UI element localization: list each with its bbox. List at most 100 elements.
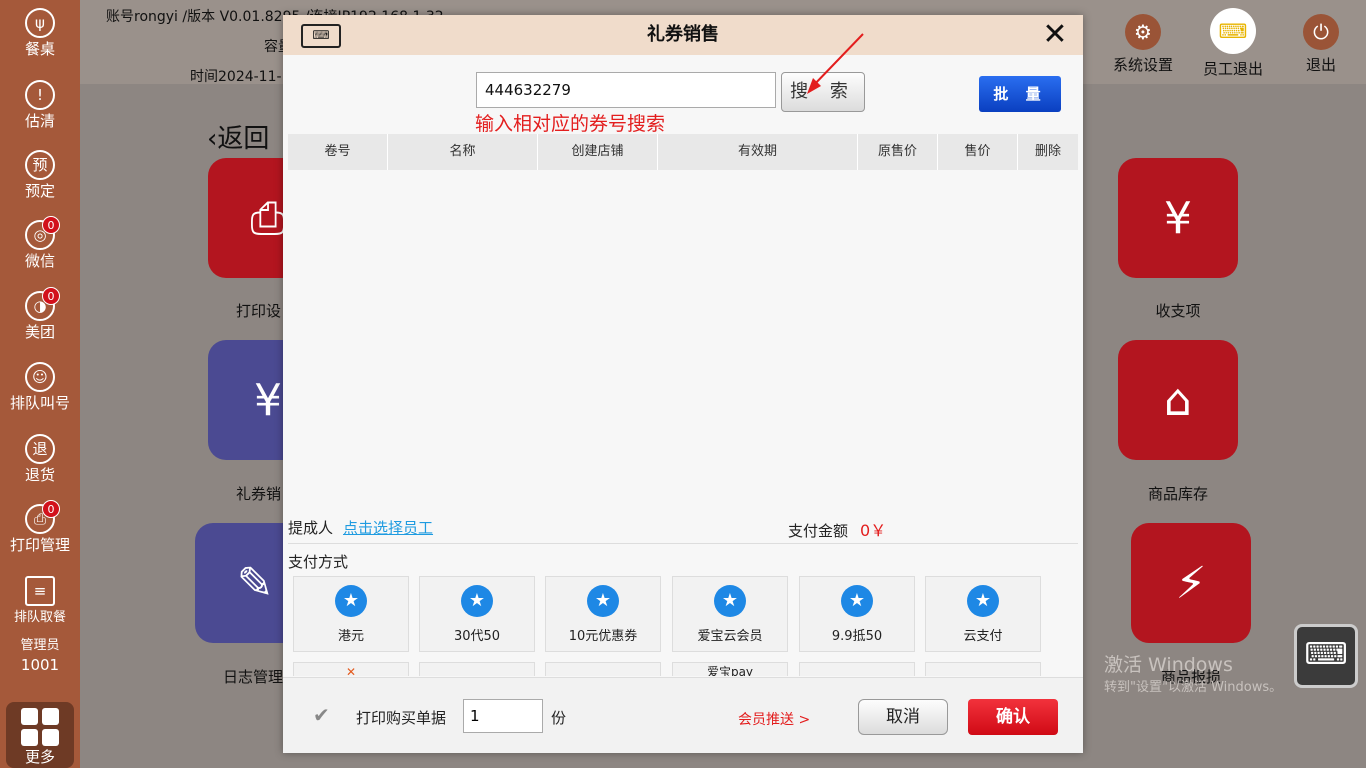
sidebar-item-queue[interactable]: ☺ 排队叫号 [0, 362, 80, 413]
sidebar-item-label: 打印管理 [9, 536, 70, 554]
partial-icon: ✕ [345, 665, 357, 676]
pay-amount-value: 0￥ [860, 521, 887, 540]
print-badge: 0 [42, 500, 60, 518]
pay-method-30for50[interactable]: ★ 30代50 [419, 576, 535, 652]
sidebar-item-label: 排队取餐 [13, 610, 66, 625]
ledger-icon: ¥ [1164, 192, 1192, 244]
sidebar: ψ 餐桌 ! 估清 预 预定 0 ◎ 微信 0 ◑ 美团 ☺ 排队叫号 退 退货… [0, 0, 80, 768]
check-icon[interactable]: ✔ [313, 703, 330, 727]
fork-knife-icon: ψ [25, 8, 55, 38]
confirm-button[interactable]: 确认 [968, 699, 1058, 735]
star-icon: ★ [841, 585, 873, 617]
keyboard-icon: ⌨ [1304, 637, 1348, 672]
column-header: 有效期 [658, 134, 858, 170]
pay-method-partial[interactable]: ✕ [293, 662, 409, 676]
power-icon: ⏻ [1303, 14, 1339, 50]
sidebar-item-return[interactable]: 退 退货 [0, 434, 80, 485]
divider [288, 543, 1078, 544]
sidebar-item-label: 排队叫号 [9, 394, 70, 412]
pay-method-partial[interactable] [799, 662, 915, 676]
sidebar-item-tables[interactable]: ψ 餐桌 [0, 8, 80, 59]
broken-box-icon: ⚡ [1175, 557, 1207, 609]
tile-income-expense-label: 收支项 [1155, 302, 1201, 320]
column-header: 删除 [1034, 144, 1061, 159]
tile-inventory[interactable]: ⌂ [1118, 340, 1238, 460]
system-settings-button[interactable]: ⚙ 系统设置 [1098, 14, 1188, 75]
pay-method-partial[interactable] [419, 662, 535, 676]
meituan-badge: 0 [42, 287, 60, 305]
star-icon: ★ [587, 585, 619, 617]
column-header: 卷号 [288, 134, 388, 170]
dialog-footer: ✔ 打印购买单据 份 会员推送 > 取消 确认 [283, 677, 1083, 753]
windows-watermark-title: 激活 Windows [1104, 654, 1233, 676]
queue-icon: ☺ [25, 362, 55, 392]
pay-method-9-9-for-50[interactable]: ★ 9.9抵50 [799, 576, 915, 652]
select-employee-link[interactable]: 点击选择员工 [343, 519, 433, 537]
pay-method-label: 30代50 [453, 629, 501, 644]
sidebar-item-label: 微信 [24, 252, 55, 270]
sidebar-item-label: 预定 [24, 182, 55, 200]
column-header: 名称 [388, 134, 538, 170]
pay-method-10-coupon[interactable]: ★ 10元优惠券 [545, 576, 661, 652]
back-button[interactable]: ‹返回 [207, 118, 269, 155]
house-icon: ⌂ [1164, 374, 1192, 426]
pay-method-cloud-pay[interactable]: ★ 云支付 [925, 576, 1041, 652]
time-info: 时间2024-11- [190, 69, 282, 85]
windows-watermark-sub: 转到"设置"以激活 Windows。 [1104, 680, 1283, 695]
more-button[interactable]: 更多 [6, 702, 74, 768]
employee-logout-button[interactable]: ⌨ 员工退出 [1188, 8, 1278, 79]
pay-method-partial[interactable] [545, 662, 661, 676]
more-label: 更多 [24, 748, 55, 766]
star-icon: ★ [335, 585, 367, 617]
pay-method-hkd[interactable]: ★ 港元 [293, 576, 409, 652]
star-icon: ★ [461, 585, 493, 617]
pay-method-partial[interactable] [925, 662, 1041, 676]
sidebar-item-wechat[interactable]: 0 ◎ 微信 [0, 216, 80, 271]
employee-logout-label: 员工退出 [1202, 60, 1263, 78]
pay-method-label: 港元 [337, 629, 364, 644]
print-receipt-label: 打印购买单据 [356, 709, 447, 727]
member-push-link[interactable]: 会员推送 > [738, 709, 810, 729]
pay-method-label: 10元优惠券 [568, 629, 638, 644]
gear-icon: ⚙ [1125, 14, 1161, 50]
sidebar-item-label: 餐桌 [24, 40, 55, 58]
tile-inventory-label: 商品库存 [1147, 485, 1208, 503]
cancel-button[interactable]: 取消 [858, 699, 948, 735]
pay-method-label: 云支付 [963, 629, 1003, 644]
user-id: 1001 [20, 656, 60, 674]
sidebar-item-order-pickup[interactable]: ≡ 排队取餐 [0, 576, 80, 625]
table-header: 卷号 名称 创建店铺 有效期 原售价 售价 删除 [288, 134, 1078, 170]
voucher-icon: ¥ [254, 374, 282, 426]
floating-keyboard-button[interactable]: ⌨ [1294, 624, 1358, 688]
sidebar-item-label: 估清 [24, 112, 55, 130]
tile-damage-report[interactable]: ⚡ [1131, 523, 1251, 643]
exit-button[interactable]: ⏻ 退出 [1276, 14, 1366, 75]
batch-button[interactable]: 批 量 [979, 76, 1061, 112]
warning-icon: ! [25, 80, 55, 110]
annotation-hint: 输入相对应的券号搜索 [475, 113, 666, 135]
sidebar-item-reserve[interactable]: 预 预定 [0, 150, 80, 201]
sidebar-item-print-management[interactable]: 0 ⎙ 打印管理 [0, 500, 80, 555]
pay-methods-label: 支付方式 [288, 553, 349, 571]
printer-icon: ⎙ [250, 192, 286, 244]
user-role: 管理员 [20, 638, 60, 653]
commission-label: 提成人 [288, 519, 334, 537]
pay-method-cloud-member[interactable]: ★ 爱宝云会员 [672, 576, 788, 652]
keyboard-icon: ⌨ [1210, 8, 1256, 54]
column-header: 原售价 [858, 134, 938, 170]
commission-row: 提成人 点击选择员工 [288, 517, 433, 538]
pay-method-label: 爱宝云会员 [697, 629, 763, 644]
pay-amount-row: 支付金额 0￥ [788, 517, 886, 541]
sidebar-item-meituan[interactable]: 0 ◑ 美团 [0, 287, 80, 342]
copies-input[interactable] [463, 699, 543, 733]
pay-method-label: 9.9抵50 [831, 629, 883, 644]
order-pickup-icon: ≡ [25, 576, 55, 606]
voucher-search-input[interactable] [476, 72, 776, 108]
close-icon: ✕ [1042, 17, 1068, 52]
pay-method-label: 爱宝pay [706, 665, 754, 676]
close-button[interactable]: ✕ [1039, 19, 1071, 51]
sidebar-item-estimate[interactable]: ! 估清 [0, 80, 80, 131]
edit-icon: ✎ [236, 557, 274, 609]
tile-income-expense[interactable]: ¥ [1118, 158, 1238, 278]
pay-method-aibao-pay[interactable]: 爱宝pay [672, 662, 788, 676]
